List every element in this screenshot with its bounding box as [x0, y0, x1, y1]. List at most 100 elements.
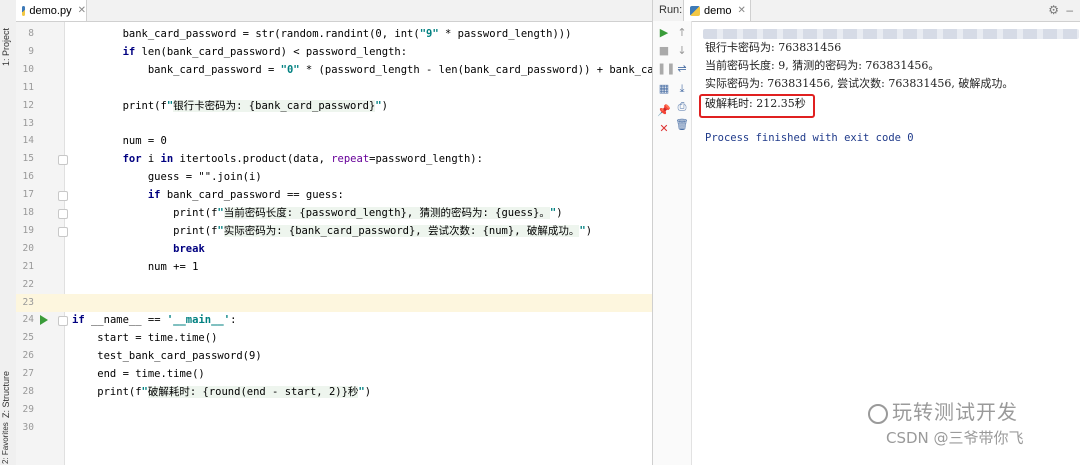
code-line[interactable]: 8 bank_card_password = str(random.randin…	[16, 25, 652, 43]
rerun-icon[interactable]: ▶	[657, 26, 671, 40]
stop-icon[interactable]: ■	[657, 44, 671, 58]
editor-tab-label: demo.py	[29, 4, 72, 17]
code-text: guess = "".join(i)	[72, 171, 262, 184]
run-label: Run:	[659, 4, 683, 16]
line-number: 25	[22, 332, 34, 344]
trash-icon[interactable]: 🗑	[675, 118, 689, 132]
code-line[interactable]: 18 print(f"当前密码长度: {password_length}, 猜测…	[16, 204, 652, 222]
soft-wrap-icon[interactable]: ⇌	[675, 62, 689, 76]
code-line[interactable]: 9 if len(bank_card_password) < password_…	[16, 43, 652, 61]
code-text: print(f"破解耗时: {round(end - start, 2)}秒")	[72, 386, 372, 398]
blurred-command-line	[703, 29, 1079, 39]
code-text: if bank_card_password == guess:	[147, 189, 344, 202]
line-number: 11	[22, 81, 34, 93]
line-number: 13	[22, 117, 34, 129]
pin-icon[interactable]: 📌	[657, 104, 671, 118]
watermark: 玩转测试开发 CSDN @三爷带你飞	[868, 396, 1068, 448]
fold-marker-icon[interactable]	[58, 226, 68, 237]
code-line[interactable]: 25 start = time.time()	[16, 329, 652, 347]
line-number: 30	[22, 421, 34, 433]
watermark-title: 玩转测试开发	[892, 400, 1018, 424]
close-icon[interactable]: ✕	[738, 5, 746, 16]
fold-marker-icon[interactable]	[58, 209, 68, 219]
output-line: 当前密码长度: 9, 猜测的密码为: 763831456。	[705, 59, 940, 72]
code-line[interactable]: 13	[16, 115, 652, 133]
print-icon[interactable]: ⎙	[675, 100, 689, 114]
code-text: print(f"实际密码为: {bank_card_password}, 尝试次…	[72, 224, 593, 237]
code-line[interactable]: 27 end = time.time()	[16, 365, 652, 383]
code-text: start = time.time()	[72, 332, 218, 345]
line-number: 27	[22, 368, 34, 380]
code-line[interactable]: 24 if __name__ == '__main__':	[16, 311, 652, 329]
editor-tab-bar: demo.py ✕	[16, 0, 652, 22]
output-line: 银行卡密码为: 763831456	[705, 41, 842, 54]
python-file-icon	[22, 5, 26, 16]
up-arrow-icon[interactable]: ↑	[675, 26, 689, 40]
code-line[interactable]: 19 print(f"实际密码为: {bank_card_password}, …	[16, 222, 652, 240]
line-number: 29	[22, 403, 34, 415]
line-number: 10	[22, 63, 34, 75]
code-line[interactable]: 28 print(f"破解耗时: {round(end - start, 2)}…	[16, 383, 652, 401]
line-number: 20	[22, 242, 34, 254]
code-line[interactable]: 29	[16, 401, 652, 419]
code-text: break	[173, 242, 205, 255]
code-line[interactable]: 23	[16, 293, 652, 312]
code-line[interactable]: 10 bank_card_password = "0" * (password_…	[16, 61, 724, 79]
down-arrow-icon[interactable]: ↓	[675, 44, 689, 58]
code-line[interactable]: 14 num = 0	[16, 132, 652, 150]
code-line[interactable]: 26 test_bank_card_password(9)	[16, 347, 652, 365]
layout-icon[interactable]: ▦	[657, 82, 671, 96]
watermark-author: CSDN @三爷带你飞	[886, 429, 1024, 447]
line-number: 9	[28, 45, 34, 57]
code-text: print(f"当前密码长度: {password_length}, 猜测的密码…	[72, 207, 563, 219]
close-icon[interactable]: ✕	[78, 5, 86, 16]
code-text: num = 0	[72, 135, 167, 148]
line-number: 24	[22, 314, 34, 326]
code-text: bank_card_password = str(random.randint(…	[72, 28, 572, 40]
code-line[interactable]: 20 break	[16, 240, 652, 258]
pause-icon[interactable]: ❚❚	[657, 62, 675, 76]
code-line[interactable]: 21 num += 1	[16, 258, 652, 276]
code-line[interactable]: 12 print(f"银行卡密码为: {bank_card_password}"…	[16, 97, 652, 115]
line-number: 12	[22, 99, 34, 111]
scroll-to-end-icon[interactable]: ⤓	[675, 82, 689, 96]
code-line[interactable]: 11	[16, 79, 652, 97]
process-exit-line: Process finished with exit code 0	[705, 132, 914, 144]
code-line[interactable]: 30	[16, 419, 652, 437]
code-text: num += 1	[72, 260, 199, 273]
run-toolbar: ▶ ↑ ■ ↓ ❚❚ ⇌ ▦ ⤓ 📌 ⎙ ✕ 🗑	[653, 21, 692, 465]
line-number: 21	[22, 260, 34, 272]
run-tab-label: demo	[704, 4, 732, 17]
highlight-box	[699, 94, 815, 118]
code-line[interactable]: 16 guess = "".join(i)	[16, 168, 652, 186]
gear-icon[interactable]: ⚙	[1048, 3, 1059, 17]
fold-marker-icon[interactable]	[58, 191, 68, 202]
run-gutter-icon[interactable]	[40, 315, 48, 326]
code-line[interactable]: 17 if bank_card_password == guess:	[16, 186, 652, 204]
line-number: 16	[22, 171, 34, 183]
editor-tab-demo-py[interactable]: demo.py ✕	[16, 0, 87, 21]
favorites-tool-tab[interactable]: 2: Favorites	[1, 422, 15, 464]
line-number: 8	[28, 28, 34, 39]
code-editor[interactable]: demo.py ✕ 8 bank_card_password = str(ran…	[16, 0, 724, 465]
code-area[interactable]: 8 bank_card_password = str(random.randin…	[16, 22, 724, 465]
code-line[interactable]: 15 for i in itertools.product(data, repe…	[16, 150, 652, 168]
project-tool-tab[interactable]: 1: Project	[1, 6, 15, 66]
fold-marker-icon[interactable]	[58, 316, 68, 327]
code-line[interactable]: 22	[16, 276, 652, 294]
code-text: bank_card_password = "0" * (password_len…	[72, 63, 724, 76]
line-number: 18	[22, 207, 34, 218]
minimize-icon[interactable]: –	[1066, 3, 1073, 17]
line-number: 23	[22, 296, 34, 308]
close-run-icon[interactable]: ✕	[657, 122, 671, 136]
line-number: 14	[22, 135, 34, 147]
run-tab-demo[interactable]: demo ✕	[683, 0, 751, 22]
line-number: 15	[22, 153, 34, 165]
line-number: 22	[22, 278, 34, 290]
output-line: 实际密码为: 763831456, 尝试次数: 763831456, 破解成功。	[705, 77, 1014, 90]
line-number: 19	[22, 224, 34, 236]
fold-marker-icon[interactable]	[58, 155, 68, 166]
python-file-icon	[690, 5, 700, 16]
structure-tool-tab[interactable]: Z: Structure	[1, 356, 15, 418]
line-number: 26	[22, 350, 34, 362]
